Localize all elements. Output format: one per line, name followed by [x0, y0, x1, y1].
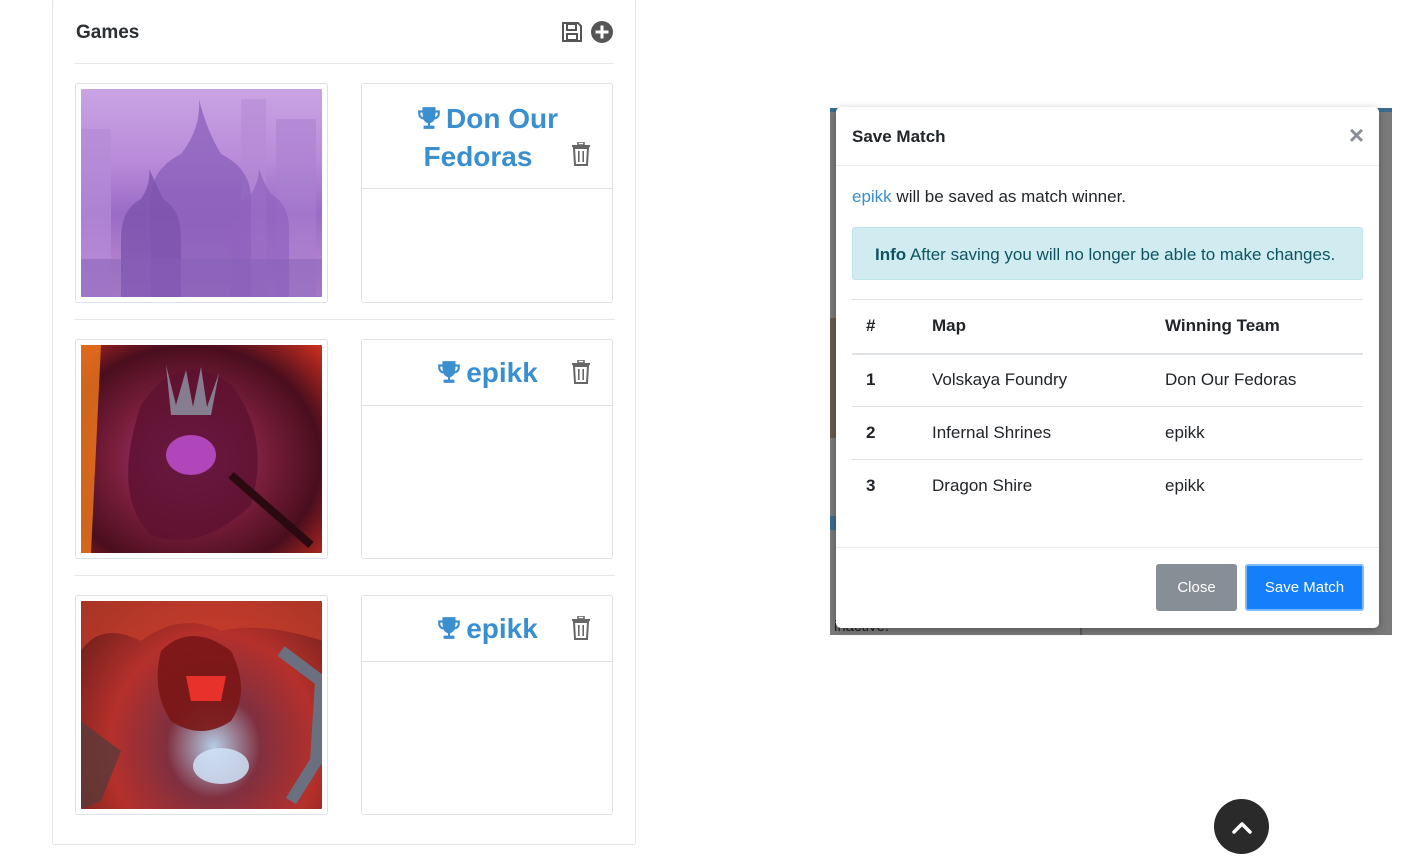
row-number: 1	[852, 353, 918, 407]
table-row: 3 Dragon Shire epikk	[852, 459, 1363, 513]
winner-message-text: will be saved as match winner.	[891, 187, 1127, 206]
game-row: epikk	[75, 339, 615, 559]
trophy-icon	[438, 361, 461, 383]
city-silhouette-icon	[81, 99, 322, 297]
infernal-shrines-image	[81, 345, 322, 553]
demon-figure-icon	[81, 345, 314, 553]
add-icon[interactable]	[590, 20, 614, 44]
modal-footer: Close Save Match	[836, 547, 1379, 628]
row-number: 3	[852, 459, 918, 513]
row-map: Volskaya Foundry	[918, 353, 1151, 407]
save-icon[interactable]	[560, 20, 584, 44]
modal-header: Save Match ×	[836, 107, 1379, 166]
chevron-up-icon	[1231, 821, 1252, 834]
row-winning-team: epikk	[1151, 459, 1363, 513]
dragon-figure-icon	[81, 601, 322, 809]
winner-box: epikk	[361, 339, 613, 559]
winner-message: epikk will be saved as match winner.	[852, 187, 1126, 207]
row-map: Dragon Shire	[918, 459, 1151, 513]
info-alert: Info After saving you will no longer be …	[852, 227, 1363, 280]
winner-line-1: Don Our	[362, 100, 612, 138]
winner-box: epikk	[361, 595, 613, 815]
save-match-button[interactable]: Save Match	[1245, 564, 1364, 611]
trash-icon[interactable]	[570, 360, 592, 384]
table-row: 1 Volskaya Foundry Don Our Fedoras	[852, 353, 1363, 407]
volskaya-foundry-image	[81, 89, 322, 297]
table-header-row: # Map Winning Team	[852, 299, 1363, 355]
dragon-shire-image	[81, 601, 322, 809]
close-icon[interactable]: ×	[1349, 122, 1364, 148]
winner-name: epikk	[466, 613, 538, 644]
row-winning-team: epikk	[1151, 406, 1363, 460]
winner-link[interactable]: epikk	[852, 187, 892, 206]
column-header-map: Map	[918, 299, 1151, 355]
row-map: Infernal Shrines	[918, 406, 1151, 460]
trash-icon[interactable]	[570, 142, 592, 166]
winner-name: epikk	[466, 357, 538, 388]
winner-box: Don Our Fedoras	[361, 83, 613, 303]
row-winning-team: Don Our Fedoras	[1151, 353, 1363, 407]
game-row: Don Our Fedoras	[75, 83, 615, 303]
map-image	[75, 339, 328, 559]
close-button[interactable]: Close	[1156, 564, 1237, 611]
save-match-modal: Save Match × epikk will be saved as matc…	[836, 107, 1379, 628]
table-row: 2 Infernal Shrines epikk	[852, 406, 1363, 460]
row-number: 2	[852, 406, 918, 460]
column-header-winning-team: Winning Team	[1151, 299, 1363, 355]
trash-icon[interactable]	[570, 616, 592, 640]
games-header: Games	[75, 18, 613, 64]
games-card: Games Don Our Fedoras epikk epikk	[52, 0, 636, 845]
alert-label: Info	[875, 245, 907, 264]
map-image	[75, 83, 328, 303]
alert-text: After saving you will no longer be able …	[906, 245, 1336, 264]
winner-header: epikk	[362, 340, 612, 406]
games-title: Games	[76, 22, 140, 43]
match-summary-table: # Map Winning Team 1 Volskaya Foundry Do…	[852, 299, 1363, 513]
modal-title: Save Match	[852, 127, 946, 146]
trophy-icon	[418, 107, 440, 129]
game-row: epikk	[75, 595, 615, 815]
winner-header: epikk	[362, 596, 612, 662]
column-header-number: #	[852, 299, 918, 355]
trophy-icon	[438, 617, 461, 639]
winner-header: Don Our Fedoras	[362, 84, 612, 189]
map-image	[75, 595, 328, 815]
scroll-to-top-button[interactable]	[1214, 799, 1269, 854]
winner-name-line-1: Don Our	[446, 103, 558, 134]
